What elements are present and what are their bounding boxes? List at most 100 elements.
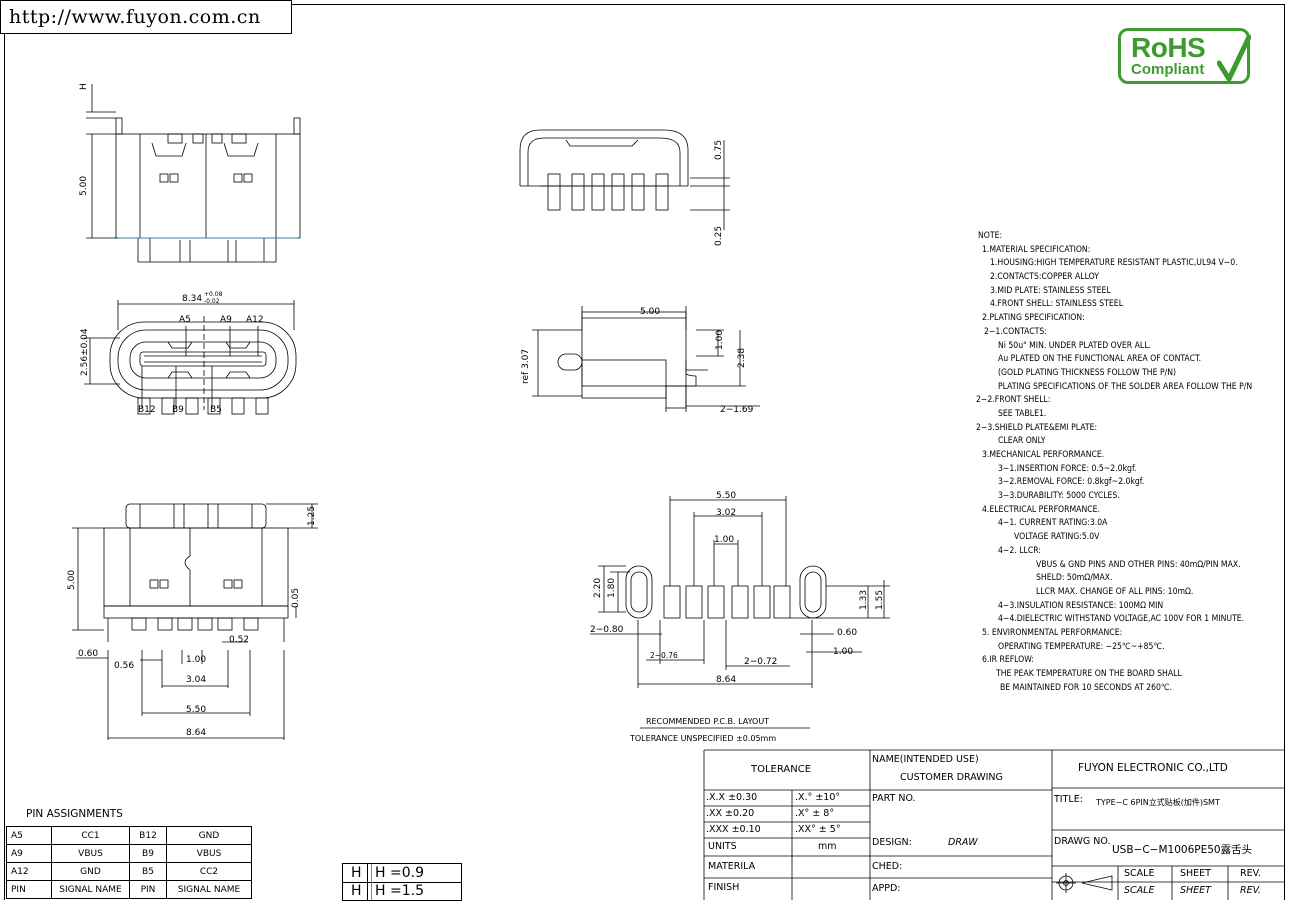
side-pitch: 2−1.69 (720, 405, 754, 415)
front-height: 5.00 (79, 176, 89, 196)
note-line: 1.MATERIAL SPECIFICATION: (982, 244, 1091, 255)
table-row: A5 CC1 B12 GND (6, 826, 252, 845)
note-line: VBUS & GND PINS AND OTHER PINS: 40mΩ/PIN… (1036, 559, 1241, 570)
divider (367, 864, 368, 900)
note-line: OPERATING TEMPERATURE: −25℃~+85℃. (998, 641, 1165, 652)
note-line: 4.ELECTRICAL PERFORMANCE. (982, 504, 1100, 515)
pcb-w100: 1.00 (714, 535, 734, 545)
table-cell: A5 (6, 826, 52, 845)
table-cell: PIN (6, 880, 52, 899)
table-cell: B5 (129, 862, 167, 881)
finish-label: FINISH (708, 882, 740, 893)
name-label: NAME(INTENDED USE) (872, 754, 979, 765)
note-line: BE MAINTAINED FOR 10 SECONDS AT 260℃. (1000, 682, 1173, 693)
table-cell: VBUS (166, 844, 252, 863)
table-cell: A12 (6, 862, 52, 881)
h-symbol: H (351, 865, 362, 881)
note-line: 3.MECHANICAL PERFORMANCE. (982, 450, 1105, 460)
bottom-d060: 0.60 (78, 649, 98, 659)
bottom-side-h: 0.05 (291, 588, 301, 608)
company-name: FUYON ELECTRONIC CO.,LTD (1078, 762, 1228, 774)
pin-label-a9: A9 (220, 315, 232, 325)
table-cell: A9 (6, 844, 52, 863)
h-value: H =1.5 (375, 883, 424, 899)
tolerance-cell: .XX° ± 5° (795, 824, 841, 835)
rear-d1: 0.75 (714, 140, 724, 160)
tolerance-cell: .XX ±0.20 (706, 808, 755, 819)
note-line: Ni 50u" MIN. UNDER PLATED OVER ALL. (998, 340, 1151, 351)
pin-label-b5: B5 (210, 405, 222, 415)
side-view (532, 306, 760, 412)
pcb-tolerance-note: TOLERANCE UNSPECIFIED ±0.05mm (629, 734, 776, 743)
note-line: 2.PLATING SPECIFICATION: (982, 313, 1085, 324)
note-line: 1.HOUSING:HIGH TEMPERATURE RESISTANT PLA… (990, 258, 1238, 269)
rear-view (519, 129, 730, 230)
table-cell: GND (51, 862, 130, 881)
pcb-layout-title: RECOMMENDED P.C.B. LAYOUT (646, 717, 769, 726)
bottom-d056: 0.56 (114, 661, 134, 671)
scale-value: SCALE (1124, 885, 1155, 896)
bottom-d550: 5.50 (186, 705, 206, 715)
note-line: CLEAR ONLY (998, 436, 1046, 447)
bottom-d100: 1.00 (186, 655, 206, 665)
table-cell: B12 (129, 826, 167, 845)
material-label: MATERILA (708, 861, 756, 872)
opening-width: 8.34 (182, 294, 202, 304)
pcb-d864: 8.64 (716, 675, 736, 685)
pin-label-a5: A5 (179, 315, 191, 325)
table-row: PIN SIGNAL NAME PIN SIGNAL NAME (6, 880, 252, 899)
sheet-label: SHEET (1180, 868, 1211, 879)
rev-value: REV. (1240, 885, 1262, 896)
pcb-h220: 2.20 (593, 578, 603, 598)
bottom-d052: 0.52 (229, 635, 249, 645)
note-line: 2−1.CONTACTS: (984, 326, 1047, 337)
front-h-mark: H (79, 83, 89, 90)
units-label: UNITS (708, 841, 737, 852)
pcb-d100: 1.00 (833, 647, 853, 657)
tolerance-header: TOLERANCE (751, 764, 812, 775)
scale-label: SCALE (1124, 868, 1155, 879)
opening-height: 2.56±0.04 (80, 328, 90, 376)
note-line: 4.FRONT SHELL: STAINLESS STEEL (990, 299, 1123, 310)
note-line: 4−2. LLCR: (998, 545, 1041, 556)
tolerance-cell: .XXX ±0.10 (706, 824, 761, 835)
part-no-label: PART NO. (872, 793, 916, 804)
bottom-d864: 8.64 (186, 728, 206, 738)
pcb-w550: 5.50 (716, 491, 736, 501)
tolerance-cell: .X.X ±0.30 (706, 792, 758, 803)
bottom-d304: 3.04 (186, 675, 206, 685)
table-row: A9 VBUS B9 VBUS (6, 844, 252, 863)
bottom-top-h: 1.25 (307, 506, 317, 526)
pcb-h133: 1.33 (859, 590, 869, 610)
opening-tol-up: +0.08 (204, 291, 223, 298)
tolerance-cell: .X° ± 8° (795, 808, 835, 819)
h-value: H =0.9 (375, 865, 424, 881)
note-line: 4−1. CURRENT RATING:3.0A (998, 518, 1108, 529)
table-cell: PIN (129, 880, 167, 899)
rear-d2: 0.25 (714, 226, 724, 246)
note-line: 3−1.INSERTION FORCE: 0.5~2.0kgf. (998, 463, 1137, 474)
pcb-w302: 3.02 (716, 508, 736, 518)
note-line: (GOLD PLATING THICKNESS FOLLOW THE P/N) (998, 367, 1177, 378)
pin-assignments-title: PIN ASSIGNMENTS (26, 808, 123, 820)
side-ref: ref 3.07 (521, 349, 531, 384)
table-cell: GND (166, 826, 252, 845)
note-line: Au PLATED ON THE FUNCTIONAL AREA OF CONT… (998, 354, 1202, 365)
note-line: PLATING SPECIFICATIONS OF THE SOLDER ARE… (998, 381, 1253, 392)
note-line: 6.IR REFLOW: (982, 655, 1035, 666)
approved-label: APPD: (872, 883, 901, 894)
note-line: LLCR MAX. CHANGE OF ALL PINS: 10mΩ. (1036, 586, 1194, 597)
table-cell: SIGNAL NAME (51, 880, 130, 899)
pcb-h155: 1.55 (875, 590, 885, 610)
pcb-d072: 2−0.72 (744, 657, 777, 667)
table-row: H H =1.5 (343, 882, 461, 900)
opening-tol-down: -0.02 (204, 298, 220, 305)
pcb-left080: 2−0.80 (590, 625, 624, 635)
title-label: TITLE: (1054, 794, 1083, 805)
side-h2: 2.38 (737, 348, 747, 368)
rev-label: REV. (1240, 868, 1261, 879)
pin-label-b12: B12 (138, 405, 156, 415)
divider (371, 864, 372, 900)
drawing-no-value: USB−C−M1006PE50露舌头 (1112, 844, 1253, 856)
note-line: SEE TABLE1. (998, 408, 1047, 419)
